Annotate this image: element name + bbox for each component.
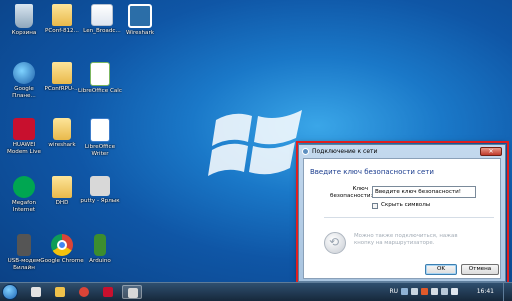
taskbar-button-5[interactable]: [122, 285, 142, 299]
desktop-icon-libreoffice-calc[interactable]: LibreOffice Calc: [78, 62, 122, 95]
tray-icon[interactable]: [431, 288, 438, 295]
tray-icon[interactable]: [421, 288, 428, 295]
desktop-icon-pconf-812[interactable]: PConf-812...: [40, 4, 84, 35]
app-icon: [31, 287, 41, 297]
spreadsheet-icon: [90, 62, 110, 86]
desktop-icon-label: Wireshark: [125, 30, 154, 36]
app-icon: [103, 287, 113, 297]
language-indicator[interactable]: RU: [389, 288, 398, 295]
taskbar-button-4[interactable]: [98, 285, 118, 299]
document-icon: [90, 118, 110, 142]
wireshark-icon: [128, 4, 152, 28]
desktop-icon-label: PConf-812...: [45, 28, 79, 34]
taskbar-button-3[interactable]: [74, 285, 94, 299]
desktop-icon-label: LibreOffice Writer: [84, 144, 116, 157]
system-tray: RU 16:41: [372, 283, 512, 301]
folder-icon: [53, 118, 71, 140]
usb-modem-icon: [17, 234, 31, 256]
zip-folder-icon: [91, 4, 113, 26]
folder-icon: [52, 62, 72, 84]
megafon-icon: [13, 176, 35, 198]
folder-icon: [52, 176, 72, 198]
taskbar: RU 16:41: [0, 282, 512, 301]
tray-icon[interactable]: [401, 288, 408, 295]
tray-icon[interactable]: [411, 288, 418, 295]
folder-icon: [55, 287, 65, 297]
app-icon: [128, 288, 138, 298]
clock[interactable]: 16:41: [477, 288, 494, 295]
desktop-icon-wireshark[interactable]: Wireshark: [118, 4, 162, 37]
windows-logo: [208, 102, 308, 186]
show-desktop-button[interactable]: [503, 283, 512, 301]
network-icon[interactable]: [441, 288, 448, 295]
desktop-icon-label: LibreOffice Calc: [78, 88, 122, 94]
desktop-icon-arduino[interactable]: Arduino: [78, 234, 122, 265]
highlight-rectangle: [296, 141, 509, 284]
folder-icon: [52, 4, 72, 26]
chrome-icon: [51, 234, 73, 256]
volume-icon[interactable]: [451, 288, 458, 295]
desktop-icon-libreoffice-writer[interactable]: LibreOffice Writer: [78, 118, 122, 158]
recycle-bin-icon: [15, 4, 33, 28]
taskbar-button-1[interactable]: [26, 285, 46, 299]
putty-icon: [90, 176, 110, 196]
start-button[interactable]: [2, 284, 18, 300]
cactus-icon: [94, 234, 106, 256]
chrome-icon: [79, 287, 89, 297]
taskbar-button-2[interactable]: [50, 285, 70, 299]
desktop-icon-label: Arduino: [89, 258, 111, 264]
huawei-icon: [13, 118, 35, 140]
desktop-icon-putty[interactable]: putty - Ярлык: [78, 176, 122, 205]
desktop-icon-label: putty - Ярлык: [80, 198, 120, 204]
google-earth-icon: [13, 62, 35, 84]
